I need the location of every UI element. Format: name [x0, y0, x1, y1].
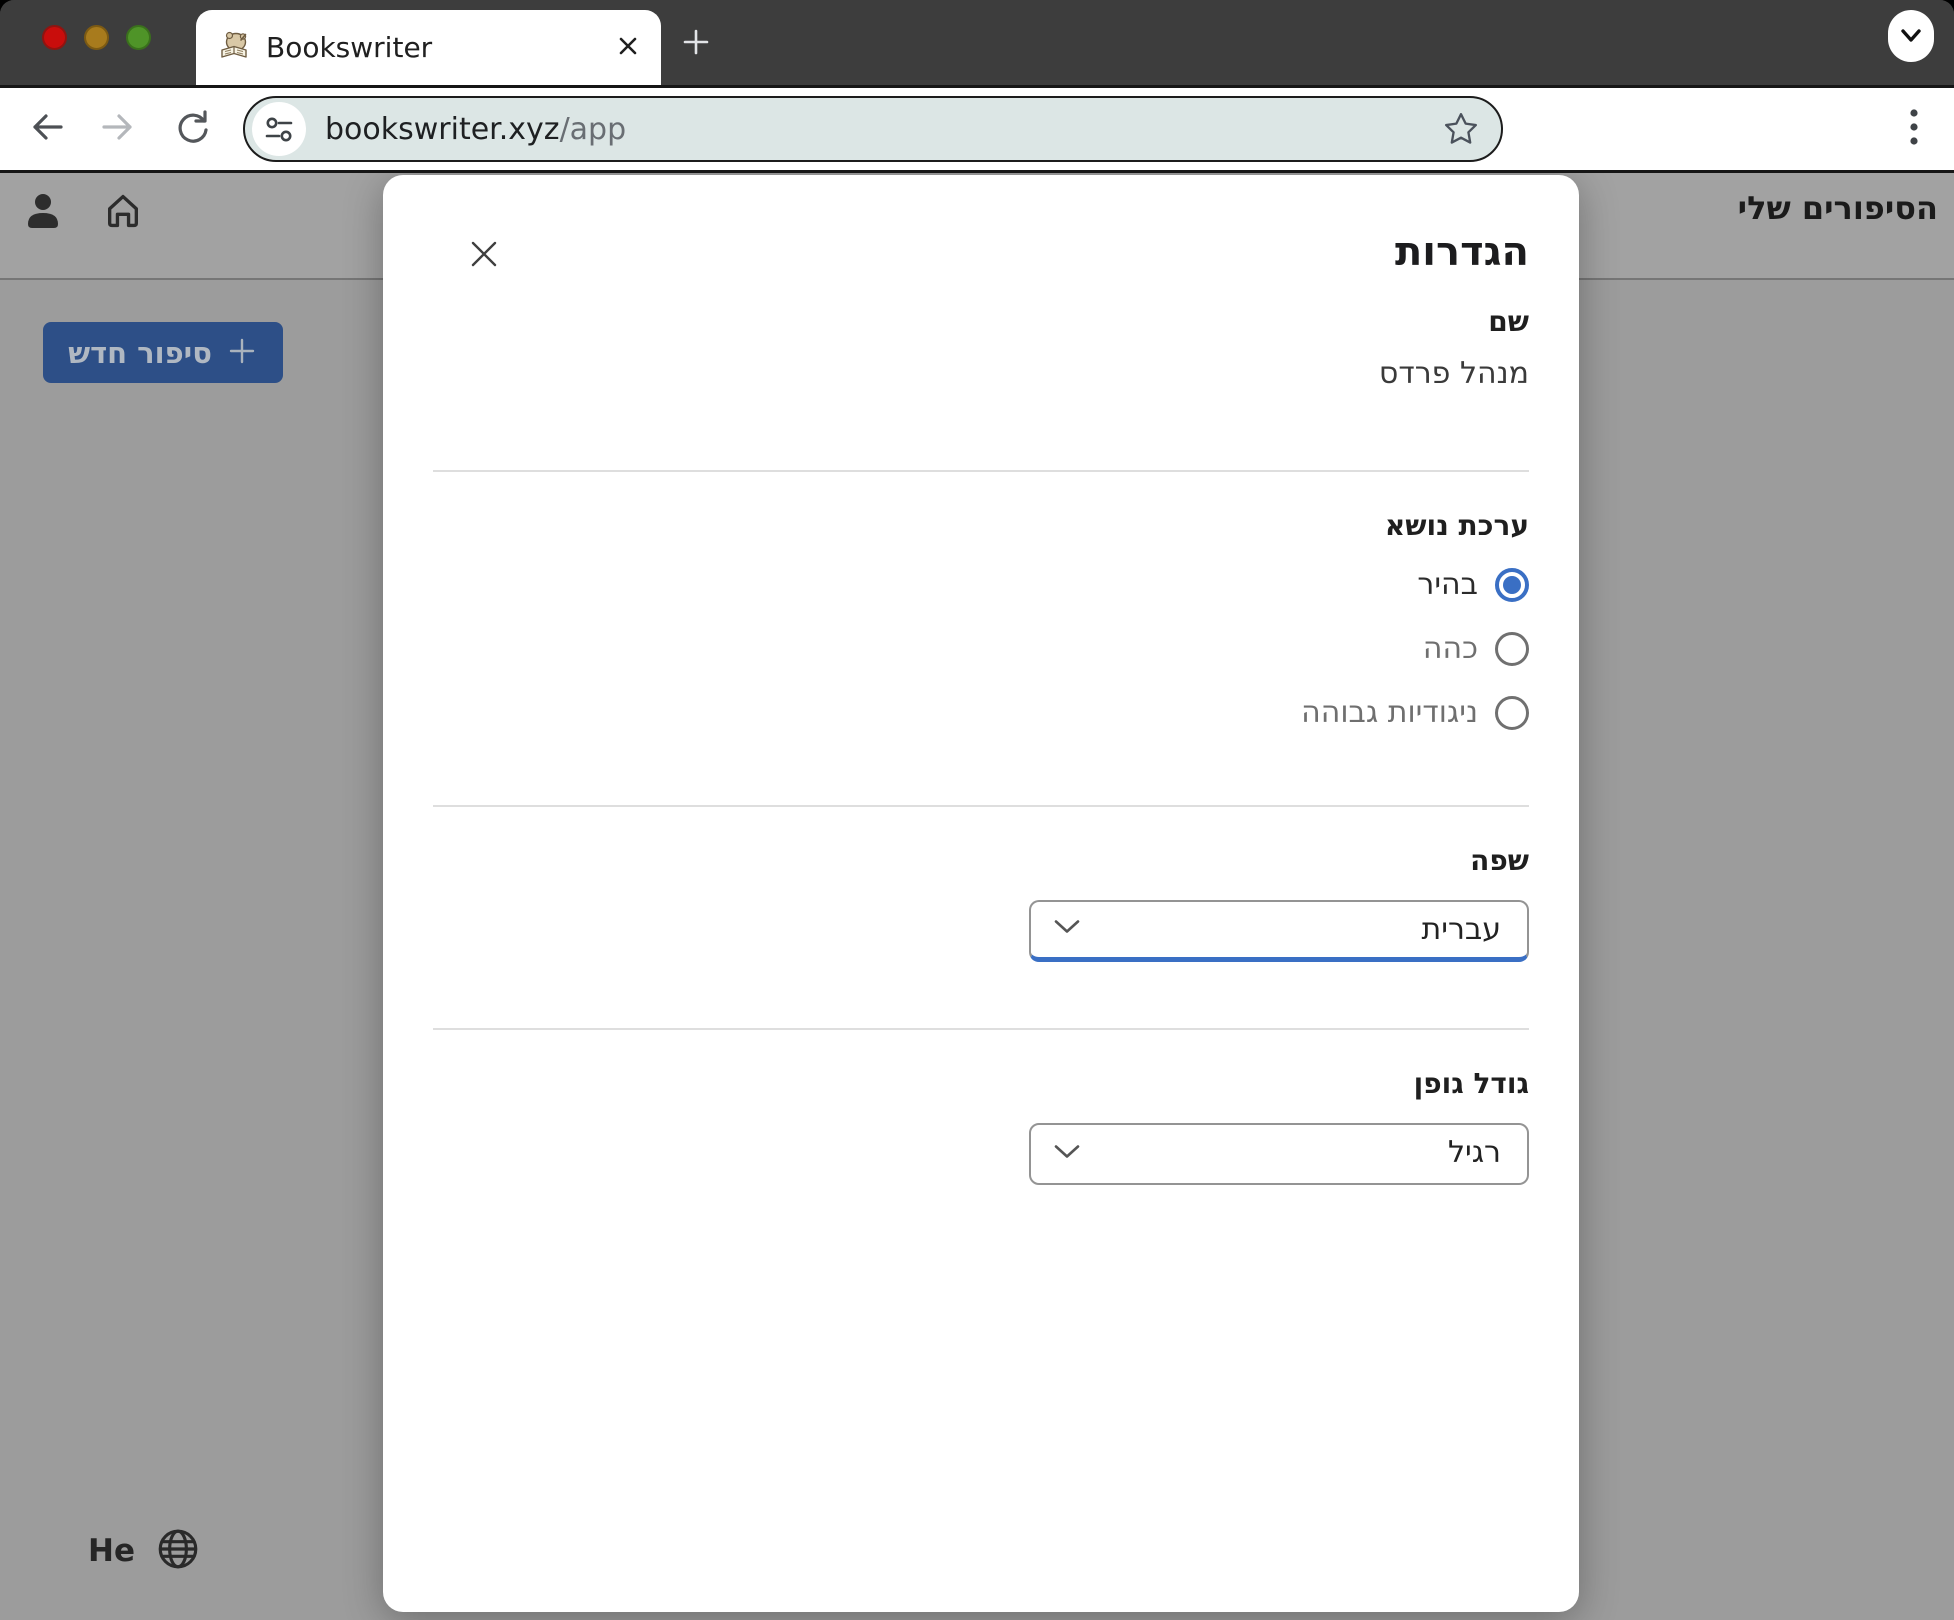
- site-settings-button[interactable]: [252, 102, 306, 156]
- divider: [433, 1027, 1529, 1030]
- browser-tab[interactable]: Bookswriter: [196, 10, 661, 85]
- language-switcher[interactable]: He: [88, 1526, 201, 1576]
- font-size-section-label: גודל גופן: [1413, 1066, 1529, 1100]
- header-icons: [25, 189, 143, 235]
- chevron-down-icon: [1053, 1143, 1081, 1164]
- settings-modal: הגדרות שם מנהל פרדס ערכת נושא בהיר כהה נ…: [383, 175, 1579, 1612]
- language-code-label: He: [88, 1533, 135, 1569]
- star-icon: [1445, 113, 1477, 144]
- theme-option-light[interactable]: בהיר: [433, 563, 1529, 607]
- theme-option-label: ניגודיות גבוהה: [1301, 694, 1478, 730]
- reload-button[interactable]: [173, 107, 213, 151]
- font-size-select[interactable]: רגיל: [1029, 1122, 1529, 1185]
- plus-icon: [226, 335, 258, 371]
- new-story-button[interactable]: סיפור חדש: [43, 322, 283, 383]
- url-host: bookswriter.xyz: [325, 111, 560, 147]
- browser-toolbar: bookswriter.xyz/app: [0, 85, 1954, 173]
- traffic-lights: [42, 25, 151, 50]
- radio-button[interactable]: [1495, 695, 1529, 730]
- browser-window: Bookswriter bookswriter.xyz/app הסיפורים…: [0, 0, 1954, 1620]
- language-select-value: עברית: [1421, 911, 1501, 947]
- app-page: הסיפורים שלי סיפור חדש He הגדרות שם מנהל…: [0, 173, 1954, 1620]
- font-size-select-value: רגיל: [1447, 1134, 1501, 1170]
- plus-icon: [683, 29, 709, 55]
- back-button[interactable]: [28, 110, 66, 148]
- globe-icon: [155, 1526, 201, 1576]
- radio-button[interactable]: [1495, 631, 1529, 666]
- url-bar[interactable]: bookswriter.xyz/app: [243, 96, 1503, 162]
- browser-menu-button[interactable]: [1908, 105, 1920, 153]
- back-arrow-icon: [33, 114, 63, 140]
- theme-section-label: ערכת נושא: [1384, 508, 1529, 542]
- window-close-button[interactable]: [42, 25, 67, 50]
- theme-option-label: כהה: [1422, 630, 1478, 666]
- window-zoom-button[interactable]: [126, 25, 151, 50]
- tab-close-icon[interactable]: [615, 33, 641, 63]
- theme-option-label: בהיר: [1417, 566, 1478, 602]
- window-minimize-button[interactable]: [84, 25, 109, 50]
- new-story-label: סיפור חדש: [68, 335, 212, 370]
- language-select[interactable]: עברית: [1029, 899, 1529, 962]
- name-value: מנהל פרדס: [1378, 355, 1529, 391]
- tune-icon: [265, 117, 293, 142]
- page-title: הסיפורים שלי: [1737, 189, 1938, 227]
- divider: [433, 804, 1529, 807]
- modal-close-button[interactable]: [467, 237, 501, 271]
- url-text[interactable]: bookswriter.xyz/app: [325, 112, 626, 147]
- name-label: שם: [1488, 305, 1529, 338]
- tab-strip: Bookswriter: [0, 0, 1954, 85]
- tab-title: Bookswriter: [266, 31, 433, 64]
- new-tab-button[interactable]: [676, 22, 716, 62]
- url-path: /app: [559, 111, 627, 147]
- modal-title: הגדרות: [1394, 229, 1529, 275]
- divider: [433, 469, 1529, 472]
- radio-button[interactable]: [1495, 567, 1529, 602]
- chevron-down-icon: [1901, 29, 1921, 42]
- theme-option-high-contrast[interactable]: ניגודיות גבוהה: [433, 691, 1529, 735]
- reload-icon: [178, 110, 208, 143]
- tab-search-button[interactable]: [1888, 10, 1934, 62]
- close-icon: [471, 241, 497, 267]
- theme-option-dark[interactable]: כהה: [433, 627, 1529, 671]
- forward-button[interactable]: [99, 110, 137, 148]
- tab-favicon-icon: [218, 30, 250, 66]
- three-dot-menu-icon: [1910, 109, 1918, 145]
- chevron-down-icon: [1053, 919, 1081, 940]
- language-section-label: שפה: [1470, 843, 1529, 877]
- forward-arrow-icon: [102, 114, 132, 140]
- bookmark-button[interactable]: [1443, 111, 1479, 147]
- profile-icon[interactable]: [25, 192, 61, 234]
- home-icon[interactable]: [103, 191, 143, 235]
